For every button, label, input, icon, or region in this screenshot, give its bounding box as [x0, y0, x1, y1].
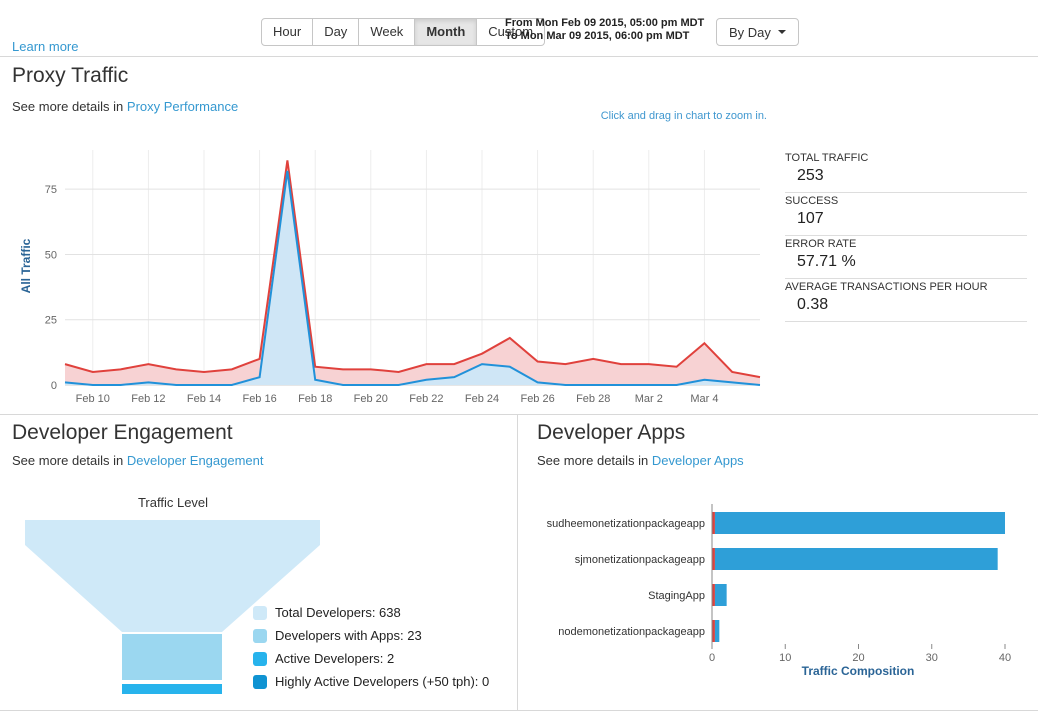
bar-category-label: sjmonetizationpackageapp: [575, 554, 705, 566]
analytics-dashboard: Learn more Hour Day Week Month Custom Fr…: [0, 0, 1038, 717]
legend-label: Active Developers: 2: [275, 651, 395, 666]
x-tick-label: Feb 14: [187, 393, 221, 405]
zoom-hint: Click and drag in chart to zoom in.: [600, 110, 767, 122]
caret-down-icon: [777, 30, 786, 34]
x-tick-label: Mar 2: [635, 393, 663, 405]
bar-segment[interactable]: [714, 584, 727, 606]
y-tick-label: 75: [45, 184, 57, 196]
stat-label: ERROR RATE: [785, 238, 857, 250]
range-button-month[interactable]: Month: [415, 18, 478, 46]
traffic-line: [64, 160, 761, 379]
stat-error-rate: ERROR RATE 57.71 %: [785, 236, 1027, 279]
legend-label: Highly Active Developers (+50 tph): 0: [275, 674, 490, 689]
bar-segment[interactable]: [714, 512, 1005, 534]
legend-label: Developers with Apps: 23: [275, 628, 422, 643]
developer-apps-bar-chart[interactable]: Traffic Composition sudheemonetizationpa…: [527, 498, 1032, 688]
legend-swatch: [253, 605, 267, 620]
x-tick-label: Feb 16: [242, 393, 276, 405]
legend-item-highly-active-developers: Highly Active Developers (+50 tph): 0: [253, 670, 489, 693]
x-tick-label: Feb 20: [354, 393, 388, 405]
x-tick-label: Feb 10: [76, 393, 110, 405]
learn-more-link[interactable]: Learn more: [12, 39, 78, 54]
legend-item-developers-with-apps: Developers with Apps: 23: [253, 624, 489, 647]
developer-engagement-link[interactable]: Developer Engagement: [127, 453, 264, 468]
range-button-day[interactable]: Day: [313, 18, 360, 46]
y-tick-label: 50: [45, 249, 57, 261]
y-tick-label: 0: [51, 380, 57, 392]
granularity-dropdown[interactable]: By Day: [716, 18, 799, 46]
stat-value: 107: [797, 210, 824, 227]
subtitle-text: See more details in: [12, 99, 127, 114]
legend-label: Total Developers: 638: [275, 605, 401, 620]
stat-label: TOTAL TRAFFIC: [785, 152, 869, 164]
y-axis-label: All Traffic: [19, 238, 33, 293]
funnel-stage-developers-with-apps[interactable]: [122, 634, 222, 680]
range-button-week[interactable]: Week: [359, 18, 416, 46]
stat-avg-tph: AVERAGE TRANSACTIONS PER HOUR 0.38: [785, 279, 1027, 322]
funnel-title: Traffic Level: [138, 495, 208, 510]
developer-apps-subtitle: See more details in Developer Apps: [537, 453, 744, 468]
stat-success: SUCCESS 107: [785, 193, 1027, 236]
traffic-area: [65, 160, 760, 385]
proxy-traffic-chart[interactable]: All Traffic Feb 10 Feb 12 Feb 14 Feb 16 Feb …: [0, 138, 775, 410]
x-tick-label: Feb 28: [576, 393, 610, 405]
traffic-area: [65, 170, 760, 385]
legend-swatch: [253, 674, 267, 689]
x-tick-label: Feb 24: [465, 393, 499, 405]
legend-item-total-developers: Total Developers: 638: [253, 601, 489, 624]
developer-apps-link[interactable]: Developer Apps: [652, 453, 744, 468]
stat-value: 57.71 %: [797, 253, 856, 270]
proxy-traffic-title: Proxy Traffic: [12, 64, 129, 87]
traffic-line: [64, 170, 761, 386]
x-tick-label: 20: [852, 652, 864, 664]
y-tick-label: 25: [45, 315, 57, 327]
legend-swatch: [253, 651, 267, 666]
x-tick-label: 30: [926, 652, 938, 664]
traffic-stats-panel: TOTAL TRAFFIC 253 SUCCESS 107 ERROR RATE…: [785, 150, 1027, 322]
x-tick-label: Feb 26: [520, 393, 554, 405]
bar-category-label: nodemonetizationpackageapp: [558, 626, 705, 638]
section-divider: [0, 414, 1038, 415]
x-tick-label: 0: [709, 652, 715, 664]
funnel-stage-active-developers[interactable]: [122, 684, 222, 694]
header-divider: [0, 56, 1038, 57]
developer-engagement-title: Developer Engagement: [12, 421, 233, 444]
subtitle-text: See more details in: [537, 453, 652, 468]
legend-swatch: [253, 628, 267, 643]
subtitle-text: See more details in: [12, 453, 127, 468]
proxy-traffic-subtitle: See more details in Proxy Performance: [12, 99, 238, 114]
granularity-label: By Day: [729, 24, 771, 40]
x-tick-label: Mar 4: [690, 393, 718, 405]
stat-label: SUCCESS: [785, 195, 839, 207]
x-tick-label: Feb 12: [131, 393, 165, 405]
column-divider: [517, 415, 518, 710]
range-button-hour[interactable]: Hour: [261, 18, 314, 46]
developer-engagement-subtitle: See more details in Developer Engagement: [12, 453, 264, 468]
x-tick-label: Feb 22: [409, 393, 443, 405]
legend-item-active-developers: Active Developers: 2: [253, 647, 489, 670]
bottom-divider: [0, 710, 1038, 711]
proxy-performance-link[interactable]: Proxy Performance: [127, 99, 238, 114]
date-to-label: To Mon Mar 09 2015, 06:00 pm MDT: [505, 30, 690, 42]
stat-value: 0.38: [797, 296, 829, 313]
stat-label: AVERAGE TRANSACTIONS PER HOUR: [785, 281, 988, 293]
bar-category-label: sudheemonetizationpackageapp: [547, 518, 705, 530]
date-range: From Mon Feb 09 2015, 05:00 pm MDT To Mo…: [505, 17, 704, 43]
time-range-button-group: Hour Day Week Month Custom: [261, 18, 546, 46]
bar-segment[interactable]: [714, 620, 720, 642]
stat-value: 253: [797, 167, 824, 184]
x-tick-label: 10: [779, 652, 791, 664]
bar-category-label: StagingApp: [648, 590, 705, 602]
funnel-legend: Total Developers: 638 Developers with Ap…: [253, 601, 489, 693]
bar-segment[interactable]: [714, 548, 998, 570]
x-tick-label: 40: [999, 652, 1011, 664]
developer-apps-title: Developer Apps: [537, 421, 686, 444]
stat-total-traffic: TOTAL TRAFFIC 253: [785, 150, 1027, 193]
bar-x-axis-title: Traffic Composition: [802, 664, 915, 678]
date-from-label: From Mon Feb 09 2015, 05:00 pm MDT: [505, 17, 705, 29]
x-tick-label: Feb 18: [298, 393, 332, 405]
